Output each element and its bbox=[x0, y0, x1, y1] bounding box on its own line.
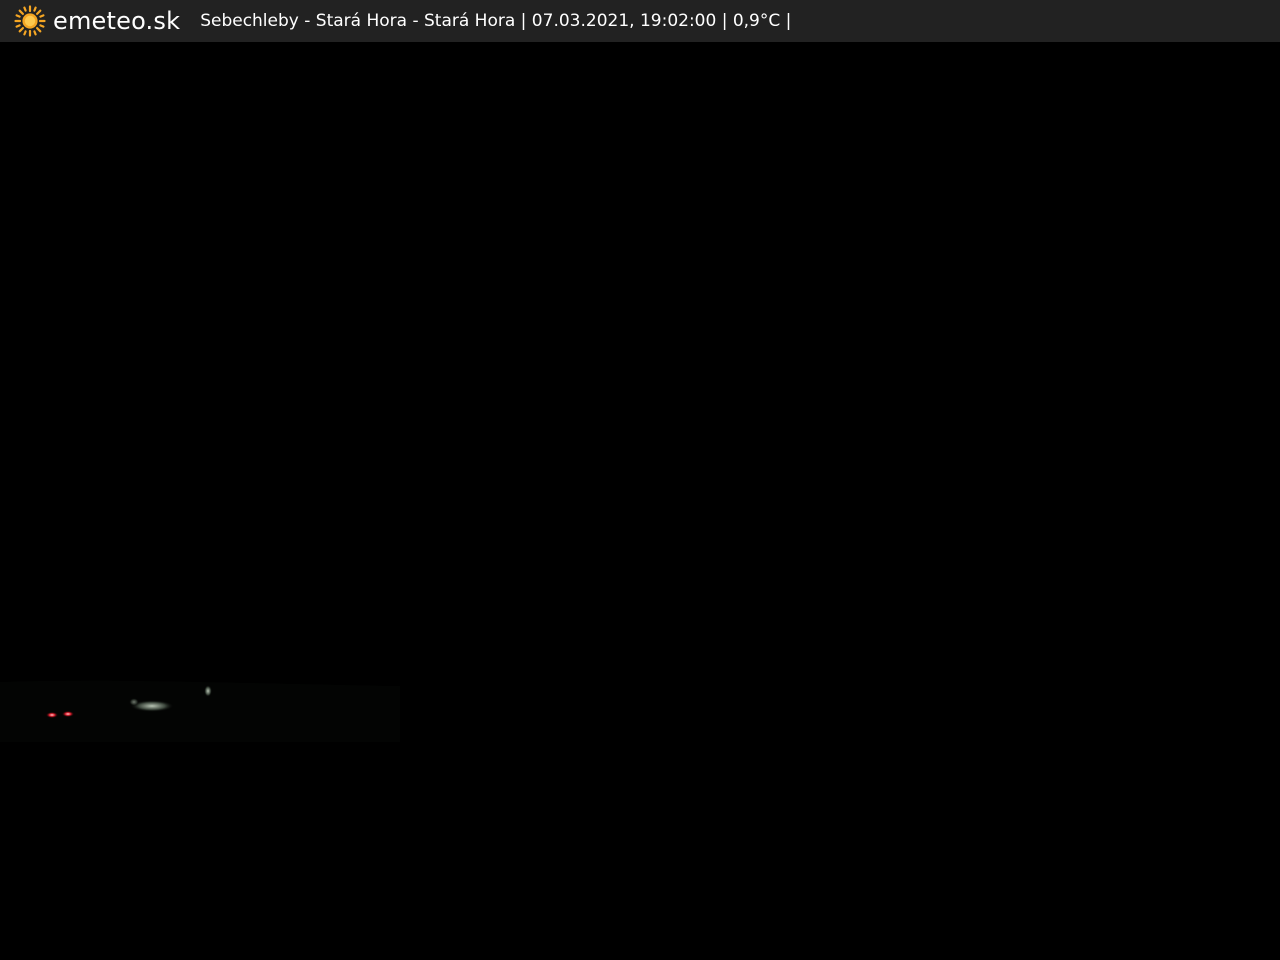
header-bar: emeteo.sk Sebechleby - Stará Hora - Star… bbox=[0, 0, 1280, 42]
distant-light-single bbox=[204, 685, 212, 697]
emeteo-logo[interactable]: emeteo.sk bbox=[14, 0, 180, 42]
webcam-viewer: emeteo.sk Sebechleby - Stará Hora - Star… bbox=[0, 0, 1280, 960]
distant-light-red-1 bbox=[46, 712, 58, 718]
distant-light-faint bbox=[129, 698, 139, 706]
brand-name: emeteo.sk bbox=[53, 7, 181, 35]
distant-light-red-2 bbox=[62, 711, 74, 717]
camera-caption: Sebechleby - Stará Hora - Stará Hora | 0… bbox=[200, 11, 792, 31]
dark-horizon bbox=[0, 680, 400, 742]
night-scene bbox=[0, 42, 1280, 960]
sun-icon bbox=[14, 5, 46, 37]
webcam-image bbox=[0, 42, 1280, 960]
